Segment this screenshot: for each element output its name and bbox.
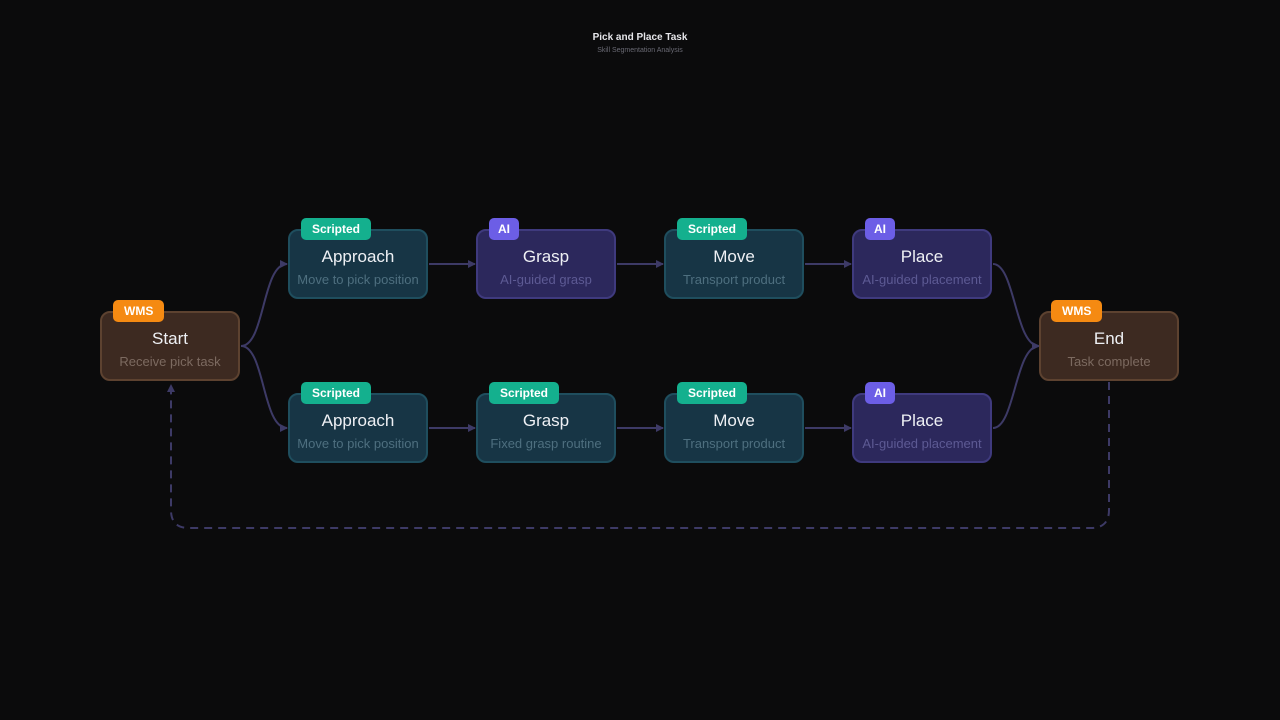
end-node-desc: Task complete <box>1067 354 1151 369</box>
top-move-name: Move <box>713 247 755 266</box>
scripted-badge: Scripted <box>677 382 748 404</box>
bottom-approach-node[interactable]: Scripted Approach Move to pick position <box>288 382 428 463</box>
top-grasp-node[interactable]: AI Grasp AI-guided grasp <box>476 218 616 299</box>
end-node-name: End <box>1093 329 1125 348</box>
bottom-place-node[interactable]: AI Place AI-guided placement <box>852 382 992 463</box>
bottom-grasp-node[interactable]: Scripted Grasp Fixed grasp routine <box>476 382 616 463</box>
bottom-approach-desc: Move to pick position <box>297 436 419 451</box>
edge-start-top-approach <box>240 260 288 347</box>
top-place-desc: AI-guided placement <box>862 272 982 287</box>
scripted-badge: Scripted <box>677 218 748 240</box>
ai-badge: AI <box>489 218 519 240</box>
edge-start-bottom-approach <box>240 345 288 432</box>
top-grasp-name: Grasp <box>522 247 570 266</box>
bottom-grasp-desc: Fixed grasp routine <box>490 436 602 451</box>
top-move-node[interactable]: Scripted Move Transport product <box>664 218 804 299</box>
bottom-move-desc: Transport product <box>682 436 786 451</box>
scripted-badge: Scripted <box>489 382 560 404</box>
ai-badge: AI <box>865 382 895 404</box>
end-node[interactable]: WMS End Task complete <box>1039 300 1179 381</box>
start-node[interactable]: WMS Start Receive pick task <box>100 300 240 381</box>
top-approach-desc: Move to pick position <box>297 272 419 287</box>
scripted-badge: Scripted <box>301 382 372 404</box>
bottom-approach-name: Approach <box>321 411 395 430</box>
bottom-move-name: Move <box>713 411 755 430</box>
start-node-name: Start <box>152 329 188 348</box>
top-place-name: Place <box>900 247 944 266</box>
top-grasp-desc: AI-guided grasp <box>500 272 592 287</box>
bottom-place-name: Place <box>900 411 944 430</box>
top-move-desc: Transport product <box>682 272 786 287</box>
scripted-badge: Scripted <box>301 218 372 240</box>
top-place-node[interactable]: AI Place AI-guided placement <box>852 218 992 299</box>
bottom-grasp-name: Grasp <box>522 411 570 430</box>
top-approach-name: Approach <box>321 247 395 266</box>
edge-top-place-end <box>992 263 1040 350</box>
bottom-place-desc: AI-guided placement <box>862 436 982 451</box>
start-node-desc: Receive pick task <box>119 354 221 369</box>
wms-badge: WMS <box>1051 300 1103 322</box>
wms-badge: WMS <box>113 300 165 322</box>
edge-bottom-place-end <box>992 342 1040 429</box>
bottom-move-node[interactable]: Scripted Move Transport product <box>664 382 804 463</box>
top-approach-node[interactable]: Scripted Approach Move to pick position <box>288 218 428 299</box>
ai-badge: AI <box>865 218 895 240</box>
